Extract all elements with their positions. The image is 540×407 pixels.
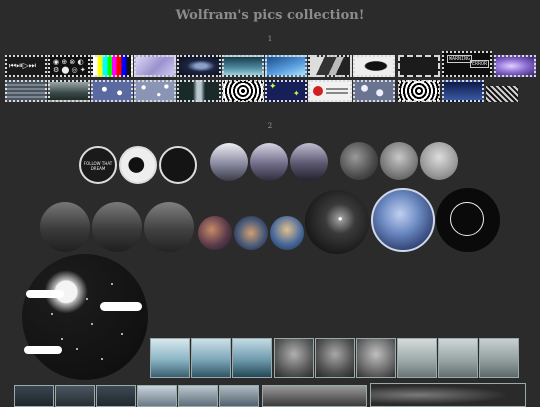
circle-foggy-forest-2[interactable] [250,143,288,181]
circle-dark-forest-1[interactable] [40,202,90,252]
stamp-misty-forest[interactable] [48,80,90,102]
stamp-bw-texture[interactable] [486,86,518,102]
circle-nebula-3[interactable] [270,216,304,250]
stamp-color-bars[interactable] [91,55,133,77]
stamp-dark-frame[interactable] [398,55,440,77]
stamp-teal-sky[interactable] [222,55,264,77]
circle-dark-forest-2[interactable] [92,202,142,252]
tile-bottom-6[interactable] [219,385,259,407]
tile-frost-3[interactable] [479,338,519,378]
stamp-blue-night[interactable] [442,80,484,102]
cloud-icon [24,346,62,354]
stamp-blue-sky[interactable] [265,55,307,77]
stamp-spiral-2[interactable] [398,80,440,102]
tile-bottom-7[interactable] [262,385,367,407]
tile-bottom-1[interactable] [14,385,54,407]
stamp-crystals[interactable] [353,80,395,102]
circle-nebula-2[interactable] [234,216,268,250]
stamp-snowy-blue[interactable] [91,80,133,102]
stamp-ui-icons[interactable]: ◉ ⊕ ⊗ ◐ ⚙ ⬤ ◎ ✦ [48,55,90,77]
circle-nebula-1[interactable] [198,216,232,250]
moon-stars [51,283,123,360]
tile-storm-1[interactable] [274,338,314,378]
badge-constellation[interactable] [159,146,197,184]
stamp-starry-green[interactable]: ✦ ✦ [265,80,307,102]
circle-storm-2[interactable] [380,142,418,180]
section-2-label: 2 [267,122,273,130]
cloud-icon [26,290,64,298]
stamp-bw-scene[interactable] [308,55,352,77]
stamp-ink-blot[interactable] [353,55,395,77]
stamp-grey-waves[interactable] [5,80,47,102]
stamp-night-whale[interactable] [177,55,221,77]
tile-frost-2[interactable] [438,338,478,378]
ui-icons-icon: ◉ ⊕ ⊗ ◐ ⚙ ⬤ ◎ ✦ [53,58,86,74]
tile-bottom-5[interactable] [178,385,218,407]
circle-storm-1[interactable] [340,142,378,180]
tile-misty-forest-2[interactable] [191,338,231,378]
stamp-forest-road[interactable] [177,80,221,102]
text-lines [326,88,348,90]
circle-space-ring[interactable] [436,188,500,252]
section-1-label: 1 [267,35,273,43]
stamp-media-controls[interactable]: ⏮⏯▷⏭ [5,55,47,77]
tile-bottom-3[interactable] [96,385,136,407]
stamp-snow-speckle[interactable] [134,80,176,102]
stamp-spiral-1[interactable] [222,80,264,102]
stamp-purple-galaxy[interactable] [494,55,536,77]
tile-bottom-8[interactable] [370,383,526,407]
stamp-error-windows[interactable]: ERROR WARNING [442,51,492,77]
sparkle-icon: ✦ [293,89,300,98]
tile-storm-2[interactable] [315,338,355,378]
circle-storm-3[interactable] [420,142,458,180]
circle-night-sky[interactable] [305,190,369,254]
prohibited-icon [313,86,323,96]
media-controls-icon: ⏮⏯▷⏭ [9,61,36,70]
badge-blob[interactable] [119,146,157,184]
sparkle-icon: ✦ [269,82,277,92]
stamp-lavender-sketch[interactable] [134,55,176,77]
circle-starry-clouds[interactable] [371,188,435,252]
ring-icon [450,202,484,236]
error-text: ERROR [470,60,490,68]
warning-text: WARNING [447,55,473,63]
follow-dream-text: FOLLOW THAT DREAM [83,161,113,171]
tile-storm-3[interactable] [356,338,396,378]
tile-misty-forest-1[interactable] [150,338,190,378]
stamp-no-sign[interactable] [308,80,352,102]
circle-foggy-forest-1[interactable] [210,143,248,181]
tile-misty-forest-3[interactable] [232,338,272,378]
circle-dark-forest-3[interactable] [144,202,194,252]
tile-bottom-4[interactable] [137,385,177,407]
tile-frost-1[interactable] [397,338,437,378]
badge-follow-that-dream[interactable]: FOLLOW THAT DREAM [79,146,117,184]
circle-foggy-forest-3[interactable] [290,143,328,181]
cloud-icon [100,302,142,311]
tile-bottom-2[interactable] [55,385,95,407]
page-title: Wolfram's pics collection! [175,8,365,23]
